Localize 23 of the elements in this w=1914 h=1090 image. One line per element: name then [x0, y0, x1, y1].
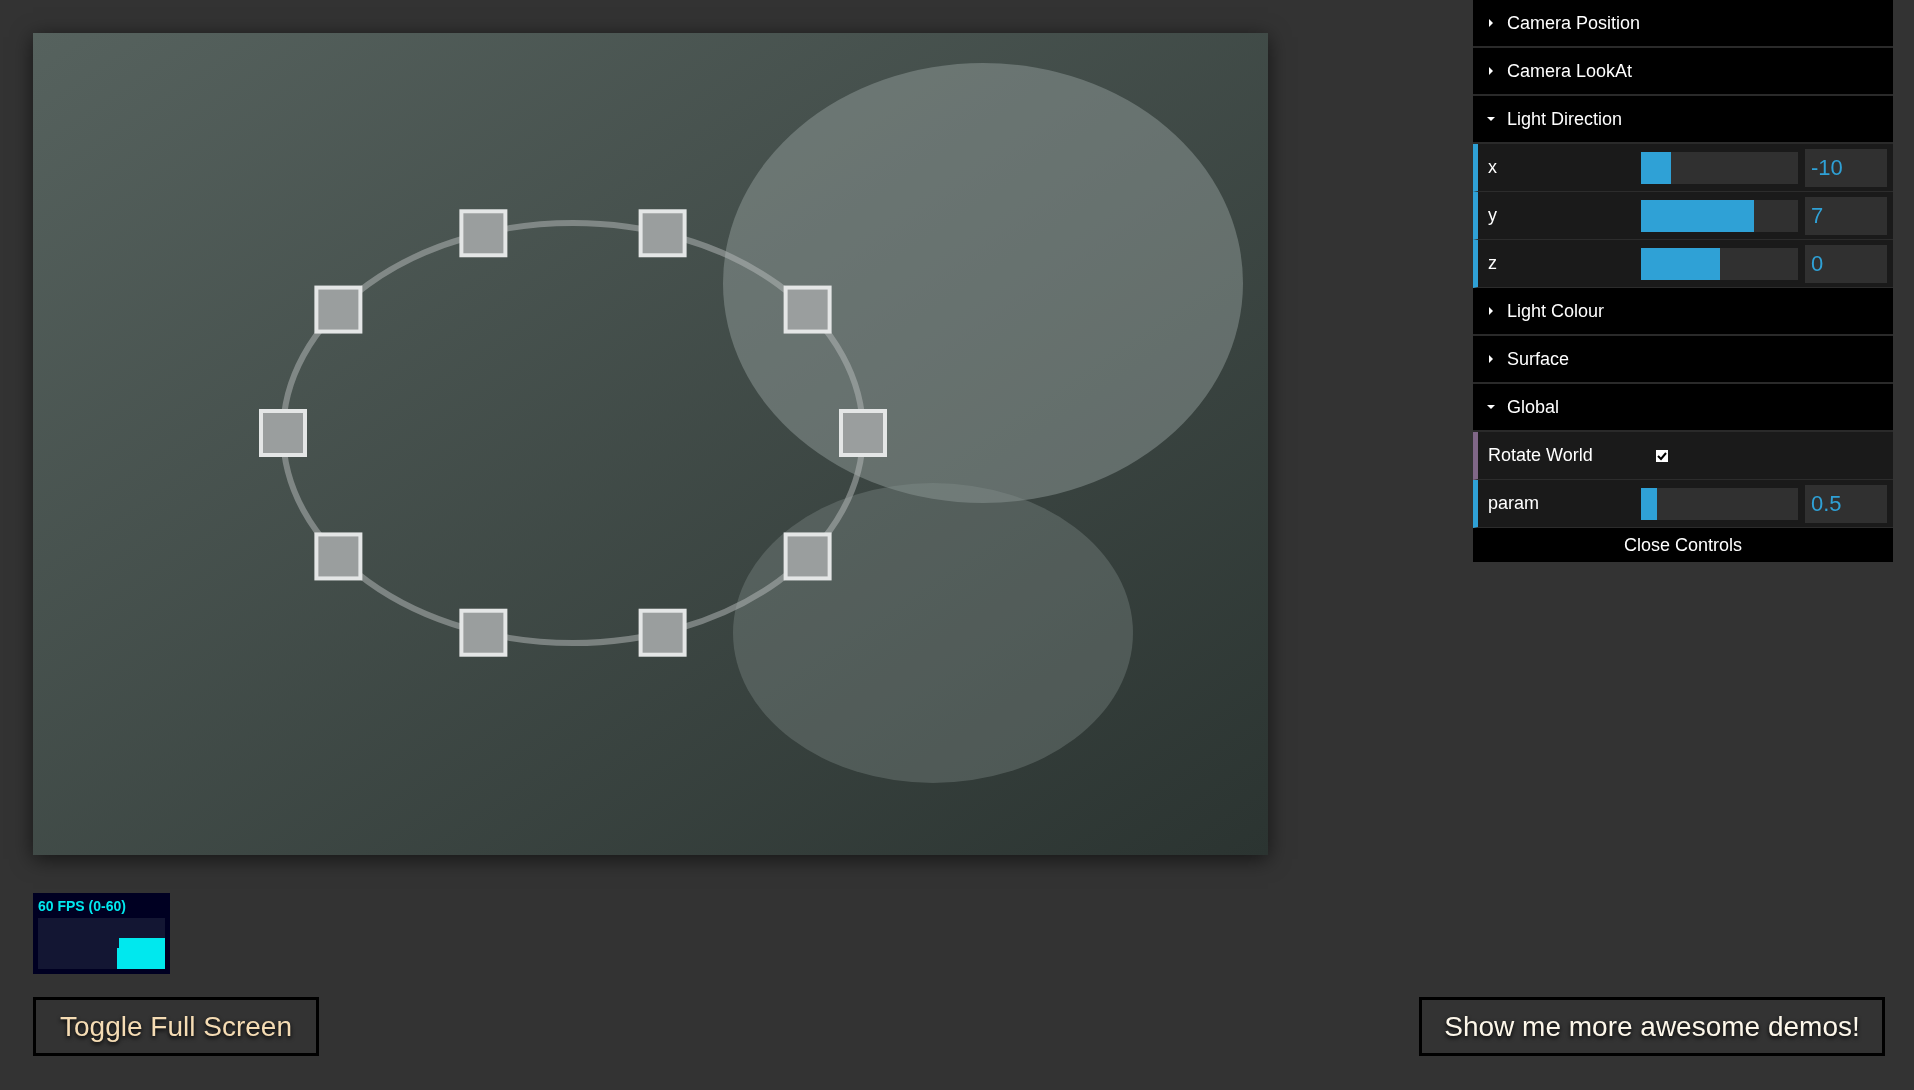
control-label: x [1488, 156, 1498, 179]
demos-button[interactable]: Show me more awesome demos! [1419, 997, 1885, 1056]
caret-right-icon [1487, 19, 1495, 27]
fullscreen-button[interactable]: Toggle Full Screen [33, 997, 319, 1056]
slider-track[interactable] [1641, 487, 1798, 520]
slider-track[interactable] [1641, 247, 1798, 280]
slider-track[interactable] [1641, 151, 1798, 184]
caret-down-icon [1487, 115, 1495, 123]
caret-down-icon [1487, 403, 1495, 411]
control-label: param [1488, 492, 1541, 515]
slider-track[interactable] [1641, 199, 1798, 232]
control-label: Rotate World [1488, 444, 1594, 467]
control-label: z [1488, 252, 1498, 275]
control-label: y [1488, 204, 1498, 227]
value-field[interactable]: 0 [1805, 244, 1887, 283]
caret-right-icon [1487, 307, 1495, 315]
fps-label: 60 FPS (0-60) [38, 898, 127, 914]
caret-right-icon [1487, 67, 1495, 75]
checkbox[interactable] [1656, 449, 1668, 462]
value-field[interactable]: -10 [1805, 148, 1887, 187]
value-field[interactable]: 0.5 [1805, 484, 1887, 523]
value-field[interactable]: 7 [1805, 196, 1887, 235]
caret-right-icon [1487, 355, 1495, 363]
